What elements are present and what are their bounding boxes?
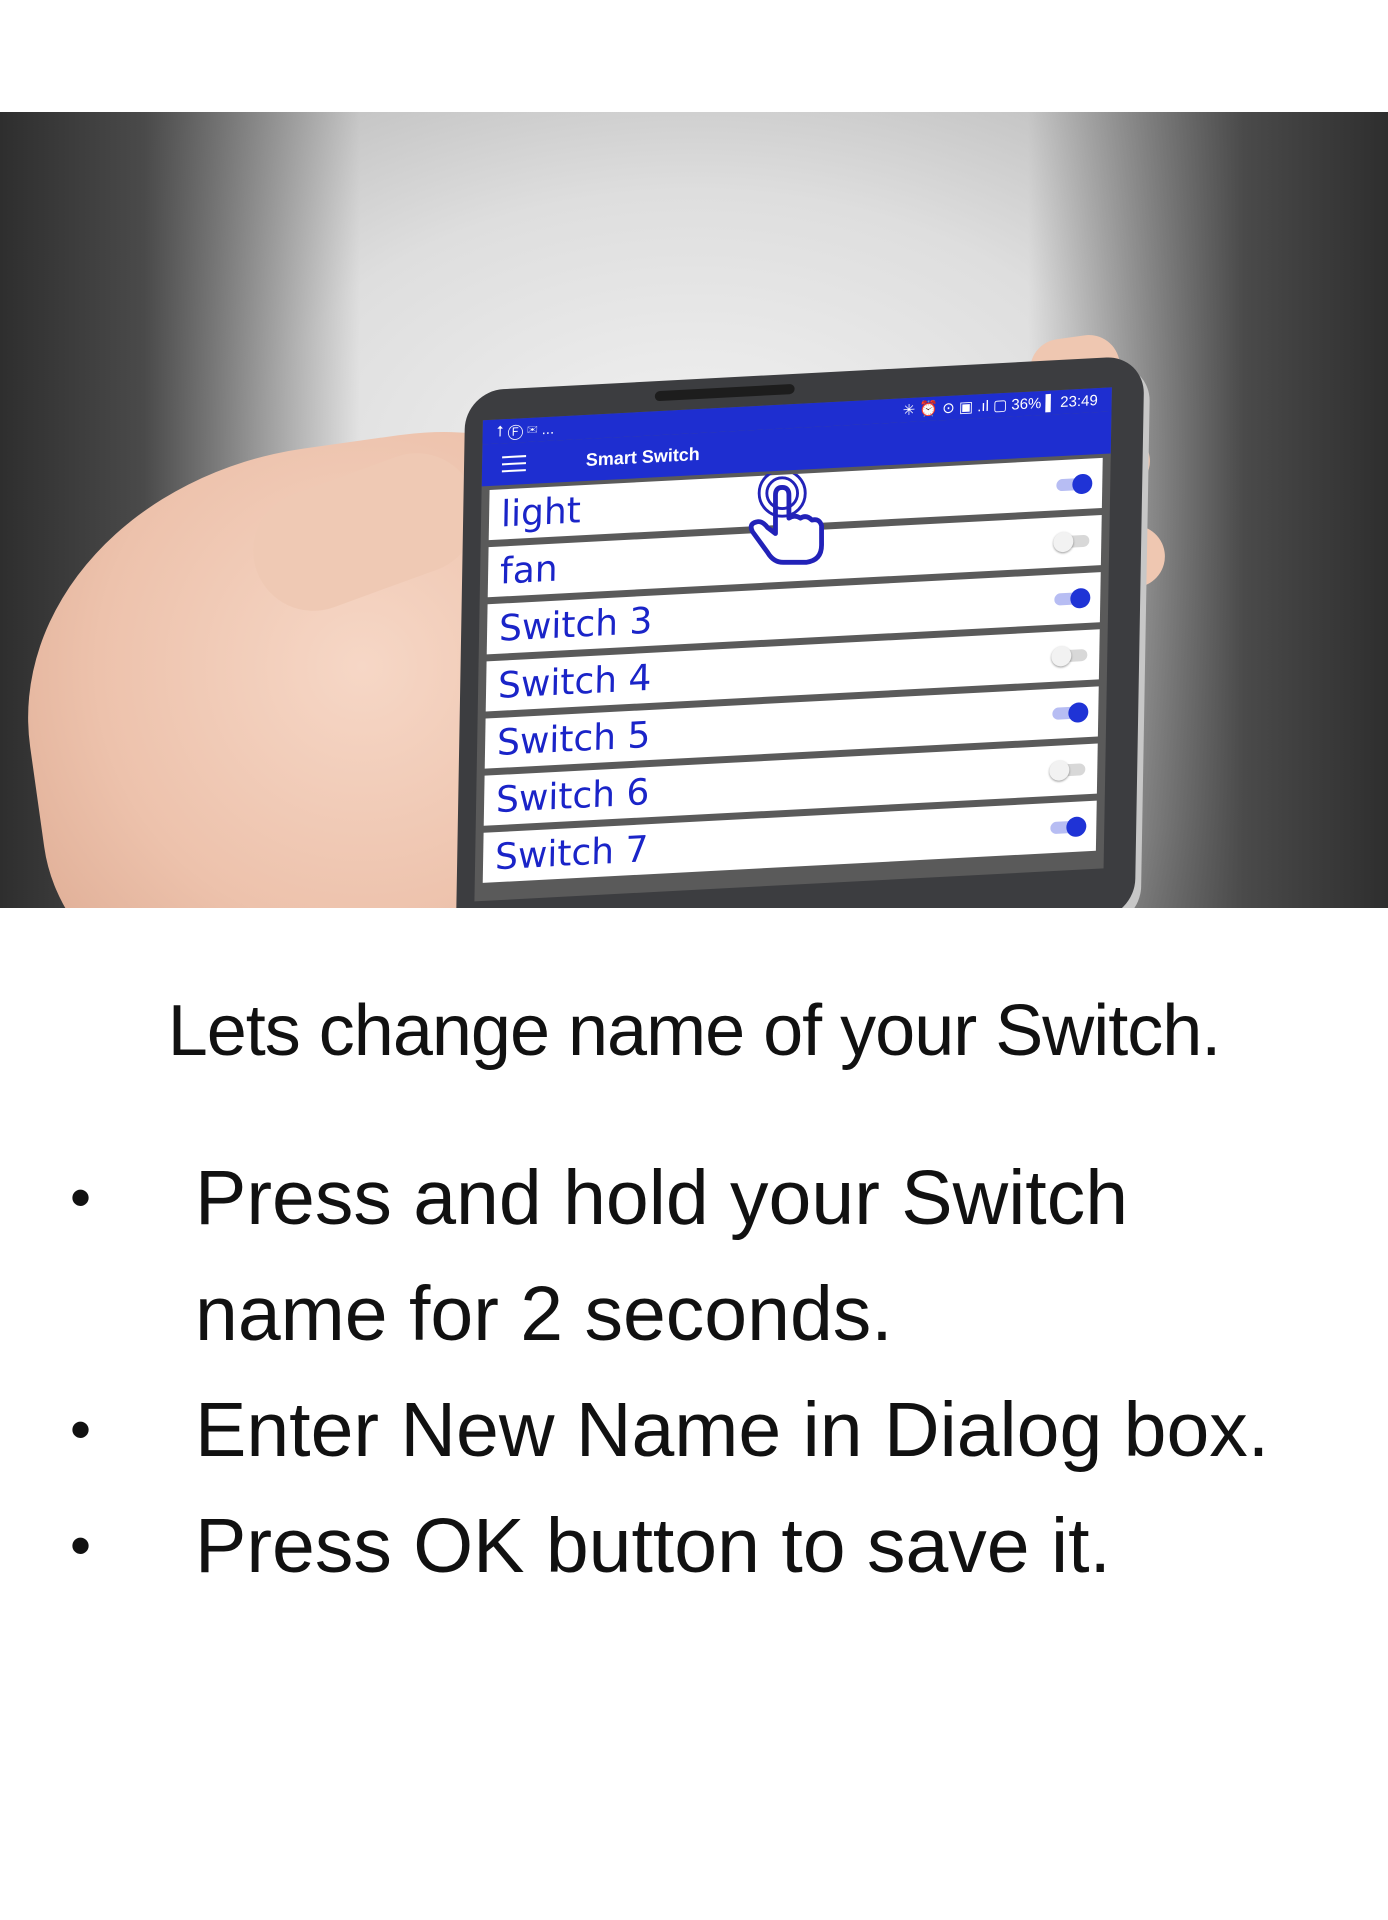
phone: ⭡ Ⓕ ✉ ... ✳ ⏰ ⊙ ▣ .ıl ▢ 36% ▌ 23:49 Smar… <box>455 355 1145 908</box>
switch-label[interactable]: Switch 6 <box>496 772 650 821</box>
switch-toggle[interactable] <box>1051 645 1088 667</box>
switch-label[interactable]: Switch 4 <box>498 657 652 706</box>
switch-toggle[interactable] <box>1049 760 1086 782</box>
switch-label[interactable]: fan <box>500 548 558 592</box>
promo-photo: ⭡ Ⓕ ✉ ... ✳ ⏰ ⊙ ▣ .ıl ▢ 36% ▌ 23:49 Smar… <box>0 112 1388 908</box>
instruction-item: Press OK button to save it. <box>70 1488 1330 1604</box>
instruction-item: Enter New Name in Dialog box. <box>70 1372 1330 1488</box>
phone-screen: ⭡ Ⓕ ✉ ... ✳ ⏰ ⊙ ▣ .ıl ▢ 36% ▌ 23:49 Smar… <box>474 387 1112 902</box>
status-left-icons: ⭡ Ⓕ ✉ ... <box>496 420 555 441</box>
instruction-item: Press and hold your Switch name for 2 se… <box>70 1140 1330 1372</box>
pointing-hand-icon <box>748 474 824 565</box>
switch-label[interactable]: Switch 3 <box>499 600 653 649</box>
switch-label[interactable]: Switch 7 <box>495 829 649 878</box>
app-title: Smart Switch <box>585 443 700 470</box>
switch-toggle[interactable] <box>1056 473 1093 495</box>
switch-toggle[interactable] <box>1053 531 1090 553</box>
switch-toggle[interactable] <box>1052 701 1089 724</box>
switch-label[interactable]: Switch 5 <box>497 714 651 763</box>
instruction-heading: Lets change name of your Switch. <box>167 991 1222 1071</box>
hamburger-menu-icon[interactable] <box>501 455 527 473</box>
switch-toggle[interactable] <box>1054 587 1091 609</box>
switch-label[interactable]: light <box>501 490 581 535</box>
instruction-list: Press and hold your Switch name for 2 se… <box>70 1140 1330 1604</box>
phone-speaker <box>654 383 795 402</box>
switch-toggle[interactable] <box>1050 816 1087 838</box>
